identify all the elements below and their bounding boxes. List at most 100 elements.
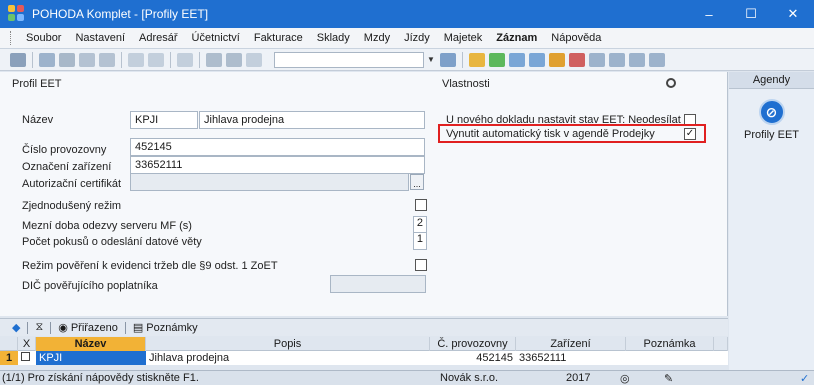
zarizeni-field[interactable]: 33652111	[130, 156, 425, 174]
agenda-panel: Agendy ⊘ Profily EET	[729, 72, 814, 370]
tab-separator	[27, 321, 29, 334]
dic-label: DIČ pověřujícího poplatníka	[22, 280, 158, 292]
status-bar: (1/1) Pro získání nápovědy stiskněte F1.…	[0, 370, 814, 385]
menu-napoveda[interactable]: Nápověda	[544, 32, 608, 44]
title-bar: POHODA Komplet - [Profily EET] – ☐ ✕	[0, 0, 814, 28]
menu-mzdy[interactable]: Mzdy	[357, 32, 397, 44]
tab-prirazeno[interactable]: ◉ Přiřazeno	[54, 321, 122, 335]
calendar-icon[interactable]	[508, 52, 525, 67]
certifikat-field[interactable]	[130, 173, 409, 191]
dic-field[interactable]	[330, 275, 426, 293]
export-icon[interactable]	[99, 52, 115, 67]
toolbar-separator	[199, 51, 200, 68]
zjednoduseny-label: Zjednodušený režim	[22, 200, 122, 212]
menu-soubor[interactable]: Soubor	[19, 32, 68, 44]
window3-icon[interactable]	[628, 52, 645, 67]
menu-majetek[interactable]: Majetek	[437, 32, 490, 44]
pohoda-app-icon	[8, 5, 26, 23]
tab-poznamky[interactable]: ▤ Poznámky	[129, 321, 202, 335]
edit-icon[interactable]	[148, 52, 164, 67]
status-globe-icon[interactable]: ◎	[620, 372, 630, 385]
menu-jizdy[interactable]: Jízdy	[397, 32, 437, 44]
cell-zarizeni[interactable]: 33652111	[516, 351, 626, 365]
col-x[interactable]: X	[18, 336, 36, 351]
pokusy-field[interactable]: 1	[413, 232, 427, 250]
add-icon[interactable]	[177, 52, 193, 67]
agenda-item-profily-eet[interactable]: Profily EET	[729, 129, 814, 141]
menu-zaznam[interactable]: Záznam	[489, 32, 544, 44]
copy-icon[interactable]	[246, 52, 262, 67]
save-copy-icon[interactable]	[226, 52, 242, 67]
toolbar-separator	[121, 51, 122, 68]
zjednoduseny-checkbox[interactable]	[415, 199, 427, 211]
doba-label: Mezní doba odezvy serveru MF (s)	[22, 220, 192, 232]
agenda-header: Agendy	[729, 72, 814, 89]
quick-search-combo[interactable]	[274, 51, 424, 68]
status-help-text: (1/1) Pro získání nápovědy stiskněte F1.	[2, 372, 199, 384]
chevron-down-icon[interactable]: ▼	[427, 55, 435, 64]
cell-poznamka[interactable]	[626, 351, 714, 365]
toolbar-separator	[32, 51, 33, 68]
ean-icon[interactable]	[568, 52, 585, 67]
tab-poznamky-label: Poznámky	[146, 321, 198, 334]
table-icon[interactable]	[528, 52, 545, 67]
col-poznamka[interactable]: Poznámka	[626, 336, 714, 351]
property-tisk-checkbox[interactable]: ✓	[684, 128, 696, 140]
certifikat-browse-button[interactable]: ...	[410, 174, 424, 190]
properties-section-title: Vlastnosti	[442, 78, 490, 90]
cell-popis[interactable]: Jihlava prodejna	[146, 351, 430, 365]
properties-settings-icon[interactable]	[666, 78, 676, 88]
maximize-button[interactable]: ☐	[730, 0, 772, 28]
subagenda-tabs: ◆ ⧖ ◉ Přiřazeno ▤ Poznámky	[0, 318, 728, 336]
help-icon[interactable]	[648, 52, 665, 67]
col-nazev[interactable]: Název	[36, 336, 146, 351]
assign-icon: ◉	[58, 322, 68, 334]
users-icon[interactable]	[548, 52, 565, 67]
cell-nazev[interactable]: KPJI	[36, 351, 146, 365]
table-row[interactable]: 1 KPJI Jihlava prodejna 452145 33652111	[0, 351, 728, 365]
col-popis[interactable]: Popis	[146, 336, 430, 351]
col-scroll[interactable]	[714, 336, 728, 351]
row-checkbox[interactable]	[18, 351, 36, 365]
preview-icon[interactable]	[79, 52, 95, 67]
print-icon[interactable]	[59, 52, 75, 67]
provozovna-field[interactable]: 452145	[130, 138, 425, 156]
pin-icon[interactable]: ◆	[8, 321, 24, 334]
window-icon[interactable]	[588, 52, 605, 67]
status-pen-icon[interactable]: ✎	[664, 372, 673, 385]
name-code-field[interactable]: KPJI	[130, 111, 198, 129]
povereni-label: Režim pověření k evidenci tržeb dle §9 o…	[22, 260, 278, 272]
name-label: Název	[22, 114, 54, 126]
filter-icon[interactable]	[439, 52, 456, 67]
menu-grip[interactable]	[10, 31, 13, 45]
window2-icon[interactable]	[608, 52, 625, 67]
menu-adresar[interactable]: Adresář	[132, 32, 185, 44]
cell-provozovna[interactable]: 452145	[430, 351, 516, 365]
folder-icon[interactable]	[468, 52, 485, 67]
table-header: X Název Popis Č. provozovny Zařízení Poz…	[0, 336, 728, 351]
find-icon[interactable]	[39, 52, 55, 67]
window-title: POHODA Komplet - [Profily EET]	[32, 7, 209, 21]
menu-fakturace[interactable]: Fakturace	[247, 32, 310, 44]
minimize-button[interactable]: –	[688, 0, 730, 28]
menu-nastaveni[interactable]: Nastavení	[68, 32, 132, 44]
tab-separator	[50, 321, 52, 334]
close-button[interactable]: ✕	[772, 0, 814, 28]
povereni-checkbox[interactable]	[415, 259, 427, 271]
toolbar-separator	[461, 51, 463, 68]
property-tisk-label: Vynutit automatický tisk v agendě Prodej…	[446, 128, 655, 140]
filter-tab-icon[interactable]: ⧖	[31, 321, 47, 334]
new-record-icon[interactable]	[128, 52, 144, 67]
menu-sklady[interactable]: Sklady	[310, 32, 357, 44]
status-year: 2017	[566, 372, 591, 384]
col-provozovna[interactable]: Č. provozovny	[430, 336, 516, 351]
eet-profile-icon[interactable]: ⊘	[758, 99, 785, 125]
exit-icon[interactable]	[10, 52, 26, 67]
save-icon[interactable]	[206, 52, 222, 67]
name-value-field[interactable]: Jihlava prodejna	[199, 111, 425, 129]
globe-icon[interactable]	[488, 52, 505, 67]
row-number: 1	[0, 351, 18, 365]
col-zarizeni[interactable]: Zařízení	[516, 336, 626, 351]
menu-ucetnictvi[interactable]: Účetnictví	[185, 32, 247, 44]
doba-field[interactable]: 2	[413, 216, 427, 233]
